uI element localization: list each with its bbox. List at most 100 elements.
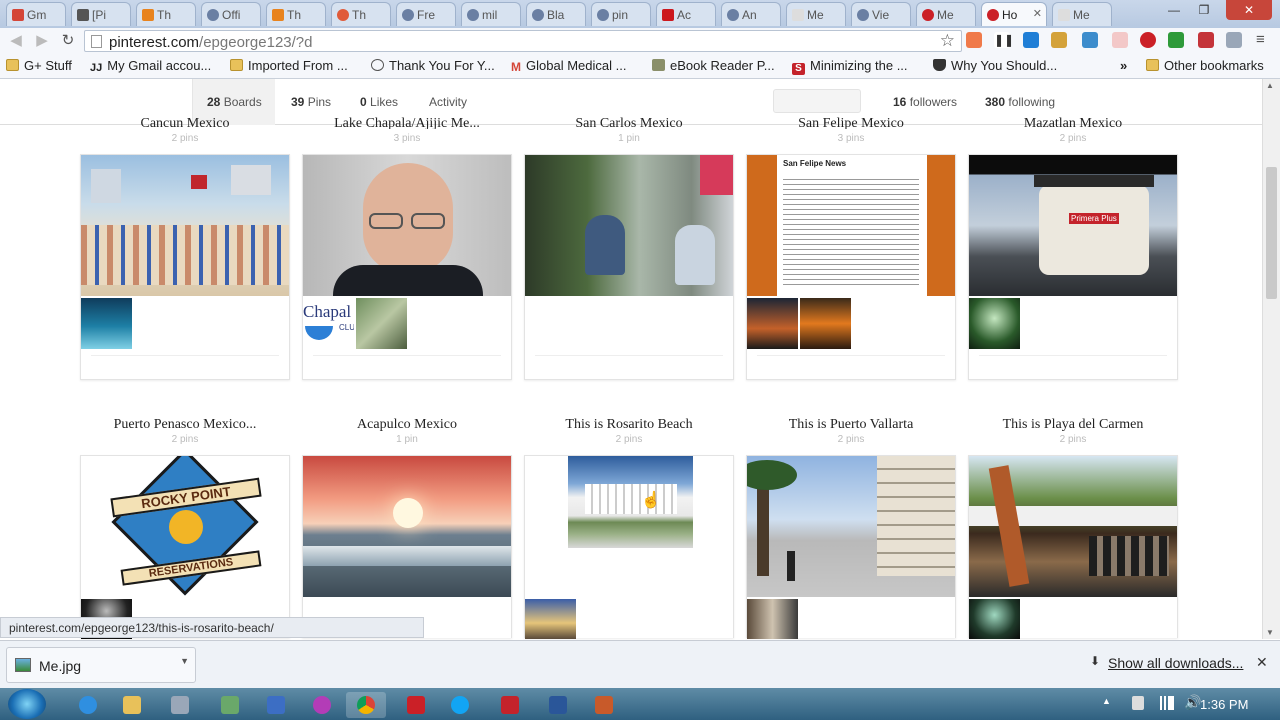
bookmark-item[interactable]: Imported From ... (230, 58, 348, 73)
scrollbar-thumb[interactable] (1266, 167, 1277, 299)
board-card-san-felipe[interactable]: San Felipe News (746, 154, 956, 380)
follow-button[interactable] (91, 355, 279, 373)
tab-mil[interactable]: mil (461, 2, 521, 26)
extension-icon[interactable] (1226, 32, 1242, 48)
bookmark-item[interactable]: G+ Stuff (6, 58, 72, 73)
board-card-puerto-penasco[interactable]: ROCKY POINT RESERVATIONS (80, 455, 290, 639)
app-taskbar-icon[interactable] (210, 692, 250, 718)
board-card-san-carlos[interactable] (524, 154, 734, 380)
bookmark-item[interactable]: eBook Reader P... (652, 58, 775, 73)
extension-icon[interactable] (1112, 32, 1128, 48)
ie-taskbar-icon[interactable] (68, 692, 108, 718)
follow-button[interactable] (757, 355, 945, 373)
tab-pin[interactable]: pin (591, 2, 651, 26)
start-button[interactable] (8, 689, 46, 719)
media-taskbar-icon[interactable] (160, 692, 200, 718)
tab-office[interactable]: Offi (201, 2, 261, 26)
maximize-icon[interactable]: ❐ (1190, 0, 1218, 20)
followers-link[interactable]: 16 followers (893, 95, 957, 109)
taskbar-clock[interactable]: 1:36 PM (1200, 697, 1248, 712)
other-bookmarks[interactable]: Other bookmarks (1146, 58, 1264, 73)
extension-icon[interactable] (966, 32, 982, 48)
star-icon[interactable]: ☆ (940, 31, 955, 51)
board-title[interactable]: This is Rosarito Beach (525, 417, 733, 433)
reload-icon[interactable]: ↻ (58, 31, 78, 51)
pinterest-icon[interactable] (1140, 32, 1156, 48)
tab-vie[interactable]: Vie (851, 2, 911, 26)
extension-icon[interactable] (1051, 32, 1067, 48)
dropdown-arrow-icon[interactable]: ▼ (180, 656, 189, 666)
explorer-taskbar-icon[interactable] (112, 692, 152, 718)
tab-activity[interactable]: Activity (429, 95, 467, 109)
board-card-playa-del-carmen[interactable] (968, 455, 1178, 639)
board-title[interactable]: This is Playa del Carmen (969, 417, 1177, 433)
board-card-acapulco[interactable] (302, 455, 512, 638)
board-title[interactable]: San Carlos Mexico (525, 116, 733, 129)
scroll-up-icon[interactable]: ▲ (1266, 81, 1274, 90)
board-card-rosarito-beach[interactable]: ☝ (524, 455, 734, 639)
board-title[interactable]: Acapulco Mexico (303, 417, 511, 433)
tab-pinterest-bookmark[interactable]: [Pi (71, 2, 131, 26)
tab-me-1[interactable]: Me (786, 2, 846, 26)
follow-button[interactable] (979, 355, 1167, 373)
bookmark-item[interactable]: Thank You For Y... (371, 58, 495, 73)
recorder-taskbar-icon[interactable] (584, 692, 624, 718)
tab-boards[interactable]: 28 Boards (207, 95, 262, 109)
forward-icon[interactable]: ▶ (32, 31, 52, 51)
pause-icon[interactable]: ❚❚ (994, 32, 1014, 48)
picpick-taskbar-icon[interactable] (302, 692, 342, 718)
close-window-icon[interactable]: ✕ (1226, 0, 1272, 20)
board-card-mazatlan[interactable]: Primera Plus (968, 154, 1178, 380)
board-title[interactable]: This is Puerto Vallarta (747, 417, 955, 433)
board-title[interactable]: Puerto Penasco Mexico... (81, 417, 289, 433)
minimize-icon[interactable]: — (1160, 0, 1188, 20)
tab-bla[interactable]: Bla (526, 2, 586, 26)
board-card-lake-chapala[interactable]: Chapal CLUB (302, 154, 512, 380)
tab-likes[interactable]: 0 Likes (360, 95, 398, 109)
word-taskbar-icon[interactable] (538, 692, 578, 718)
bookmark-item[interactable]: S Minimizing the ... (792, 58, 908, 75)
show-all-downloads-link[interactable]: Show all downloads... (1108, 655, 1243, 671)
extension-icon[interactable] (1082, 32, 1098, 48)
acrobat-taskbar-icon[interactable] (490, 692, 530, 718)
close-shelf-icon[interactable]: ✕ (1256, 654, 1268, 671)
extension-icon[interactable] (1198, 32, 1214, 48)
chrome-taskbar-icon[interactable] (346, 692, 386, 718)
tab-me-pinterest[interactable]: Me (916, 2, 976, 26)
tab-th-2[interactable]: Th (266, 2, 326, 26)
wrench-menu-icon[interactable]: ≡ (1256, 32, 1272, 48)
page-scrollbar[interactable]: ▲ ▼ (1262, 79, 1280, 639)
tab-th-3[interactable]: Th (331, 2, 391, 26)
bookmark-item[interactable]: Why You Should... (933, 58, 1057, 73)
tab-an[interactable]: An (721, 2, 781, 26)
tab-th-1[interactable]: Th (136, 2, 196, 26)
tab-pins[interactable]: 39 Pins (291, 95, 331, 109)
network-icon[interactable] (1160, 696, 1174, 710)
bookmarks-overflow-chevron[interactable]: » (1120, 58, 1127, 73)
bookmark-item[interactable]: JJ My Gmail accou... (90, 58, 211, 74)
extension-icon[interactable] (1168, 32, 1184, 48)
scroll-down-icon[interactable]: ▼ (1266, 628, 1274, 637)
tab-me-2[interactable]: Me (1052, 2, 1112, 26)
bookmark-item[interactable]: M Global Medical ... (511, 58, 626, 74)
tab-fre[interactable]: Fre (396, 2, 456, 26)
board-title[interactable]: Cancun Mexico (81, 116, 289, 129)
follow-button[interactable] (313, 355, 501, 373)
board-title[interactable]: Mazatlan Mexico (969, 116, 1177, 129)
tab-gmail[interactable]: Gm (6, 2, 66, 26)
tray-expand-icon[interactable]: ▲ (1102, 696, 1111, 706)
pinterest-taskbar-icon[interactable] (396, 692, 436, 718)
close-tab-icon[interactable]: ✕ (1033, 7, 1042, 20)
extension-icon[interactable] (1023, 32, 1039, 48)
board-title[interactable]: Lake Chapala/Ajijic Me... (303, 116, 511, 129)
board-card-puerto-vallarta[interactable] (746, 455, 956, 639)
board-card-cancun[interactable] (80, 154, 290, 380)
edit-profile-button[interactable] (773, 89, 861, 113)
skype-taskbar-icon[interactable] (440, 692, 480, 718)
back-icon[interactable]: ◀ (6, 31, 26, 51)
save-taskbar-icon[interactable] (256, 692, 296, 718)
tab-youtube[interactable]: Ac (656, 2, 716, 26)
follow-button[interactable] (535, 355, 723, 373)
board-title[interactable]: San Felipe Mexico (747, 116, 955, 129)
tab-home-pinterest-active[interactable]: Ho ✕ (981, 2, 1047, 26)
